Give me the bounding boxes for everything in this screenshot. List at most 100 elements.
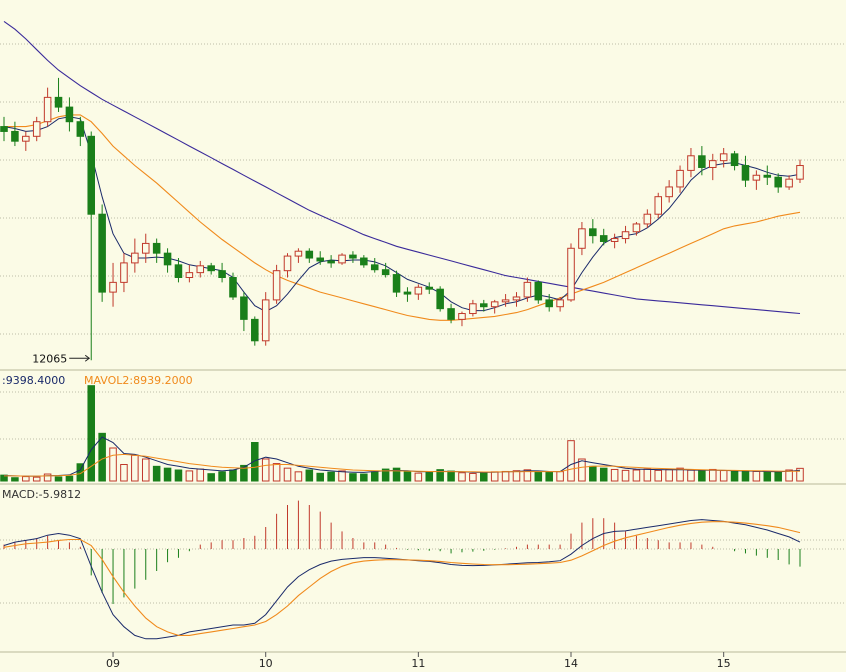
volume-bar	[632, 469, 641, 482]
candle-body	[98, 213, 106, 293]
volume-bar	[11, 477, 19, 482]
candle-body	[567, 247, 575, 301]
volume-bar	[480, 471, 488, 482]
candle-body	[436, 288, 444, 310]
candle-body	[65, 106, 74, 123]
candle-body	[708, 160, 717, 168]
candle-body	[294, 250, 303, 257]
candle-body	[719, 153, 728, 162]
volume-bar	[501, 470, 510, 482]
volume-bar	[141, 458, 150, 482]
volume-bar	[272, 463, 281, 482]
candle-body	[392, 274, 401, 293]
candle-body	[229, 277, 237, 298]
candle-body	[480, 303, 488, 308]
volume-bar	[207, 473, 215, 482]
volume-bar	[763, 471, 772, 482]
candle-body	[458, 313, 466, 320]
candle-body	[370, 264, 379, 271]
volume-bar	[218, 471, 226, 482]
candle-body	[676, 169, 684, 188]
volume-bar	[349, 473, 357, 482]
volume-bar	[610, 468, 619, 482]
candle-body	[185, 272, 194, 279]
volume-bar	[556, 471, 564, 482]
candle-body	[589, 228, 597, 237]
volume-bar	[327, 471, 335, 482]
candle-body	[774, 176, 782, 188]
volume-bar	[589, 465, 597, 482]
volume-bar	[599, 467, 608, 482]
candle-body	[251, 318, 259, 342]
price-panel: 12065	[0, 20, 804, 365]
x-tick-label: 10	[259, 657, 273, 670]
mavol2-label: MAVOL2:8939.2000	[84, 374, 193, 387]
candle-body	[152, 242, 161, 254]
volume-bar	[98, 432, 106, 482]
volume-bar	[54, 476, 63, 482]
candle-body	[621, 231, 630, 240]
candle-body	[447, 308, 455, 320]
x-tick-label: 11	[411, 657, 425, 670]
candle-body	[316, 257, 324, 262]
candle-body	[763, 174, 772, 178]
candle-body	[283, 255, 292, 272]
volume-bar	[458, 472, 466, 482]
macd-panel: MACD:-5.9812	[2, 488, 801, 640]
candle-body	[87, 135, 96, 215]
volume-bar	[185, 470, 194, 482]
candle-body	[741, 165, 750, 181]
candle-body	[632, 223, 641, 233]
candle-body	[654, 196, 663, 215]
volume-bar	[360, 473, 368, 482]
volume-bar	[665, 469, 673, 482]
candle-body	[338, 254, 346, 264]
candle-body	[54, 96, 63, 108]
volume-bar	[163, 467, 172, 482]
volume-bar	[687, 469, 695, 482]
volume-bar	[229, 469, 237, 482]
candle-body	[22, 135, 30, 142]
candle-body	[218, 270, 226, 278]
stock-chart: 12065 :9398.4000 MAVOL2:8939.2000 MACD:-5…	[0, 20, 846, 670]
x-tick-label: 14	[564, 657, 578, 670]
volume-bar	[261, 458, 270, 482]
candle-body	[403, 291, 412, 295]
candle-body	[556, 299, 564, 308]
volume-bar	[643, 468, 652, 482]
volume-bar	[43, 473, 52, 482]
volume-bar	[774, 471, 782, 482]
candle-body	[578, 228, 586, 249]
candle-body	[752, 174, 761, 181]
candle-body	[11, 130, 19, 142]
x-tick-label: 15	[717, 657, 731, 670]
volume-bar	[109, 447, 117, 482]
candle-body	[305, 250, 314, 259]
volume-bar	[425, 472, 434, 482]
candle-body	[381, 269, 390, 276]
volume-bar	[621, 469, 630, 482]
candle-body	[665, 186, 673, 198]
candle-body	[698, 155, 706, 168]
candle-body	[0, 126, 8, 132]
volume-bar	[741, 470, 750, 482]
candle-body	[196, 265, 205, 274]
volume-bar	[65, 475, 74, 482]
macd-dea-line	[3, 521, 801, 636]
volume-bar	[294, 471, 303, 482]
candle-body	[469, 303, 477, 315]
x-axis: 09 10 11 14 15	[106, 652, 731, 670]
volume-bar	[567, 440, 575, 482]
candle-body	[240, 296, 248, 320]
candle-body	[501, 299, 510, 303]
volume-bar	[283, 467, 292, 482]
volume-bar	[708, 468, 717, 482]
volume-bar	[152, 465, 161, 482]
volume-bar	[305, 469, 314, 482]
macd-dif-line	[3, 519, 801, 640]
candle-body	[599, 235, 608, 242]
volume-bar	[752, 470, 761, 482]
candle-body	[490, 301, 499, 308]
candle-body	[687, 155, 695, 171]
candle-body	[349, 254, 357, 259]
